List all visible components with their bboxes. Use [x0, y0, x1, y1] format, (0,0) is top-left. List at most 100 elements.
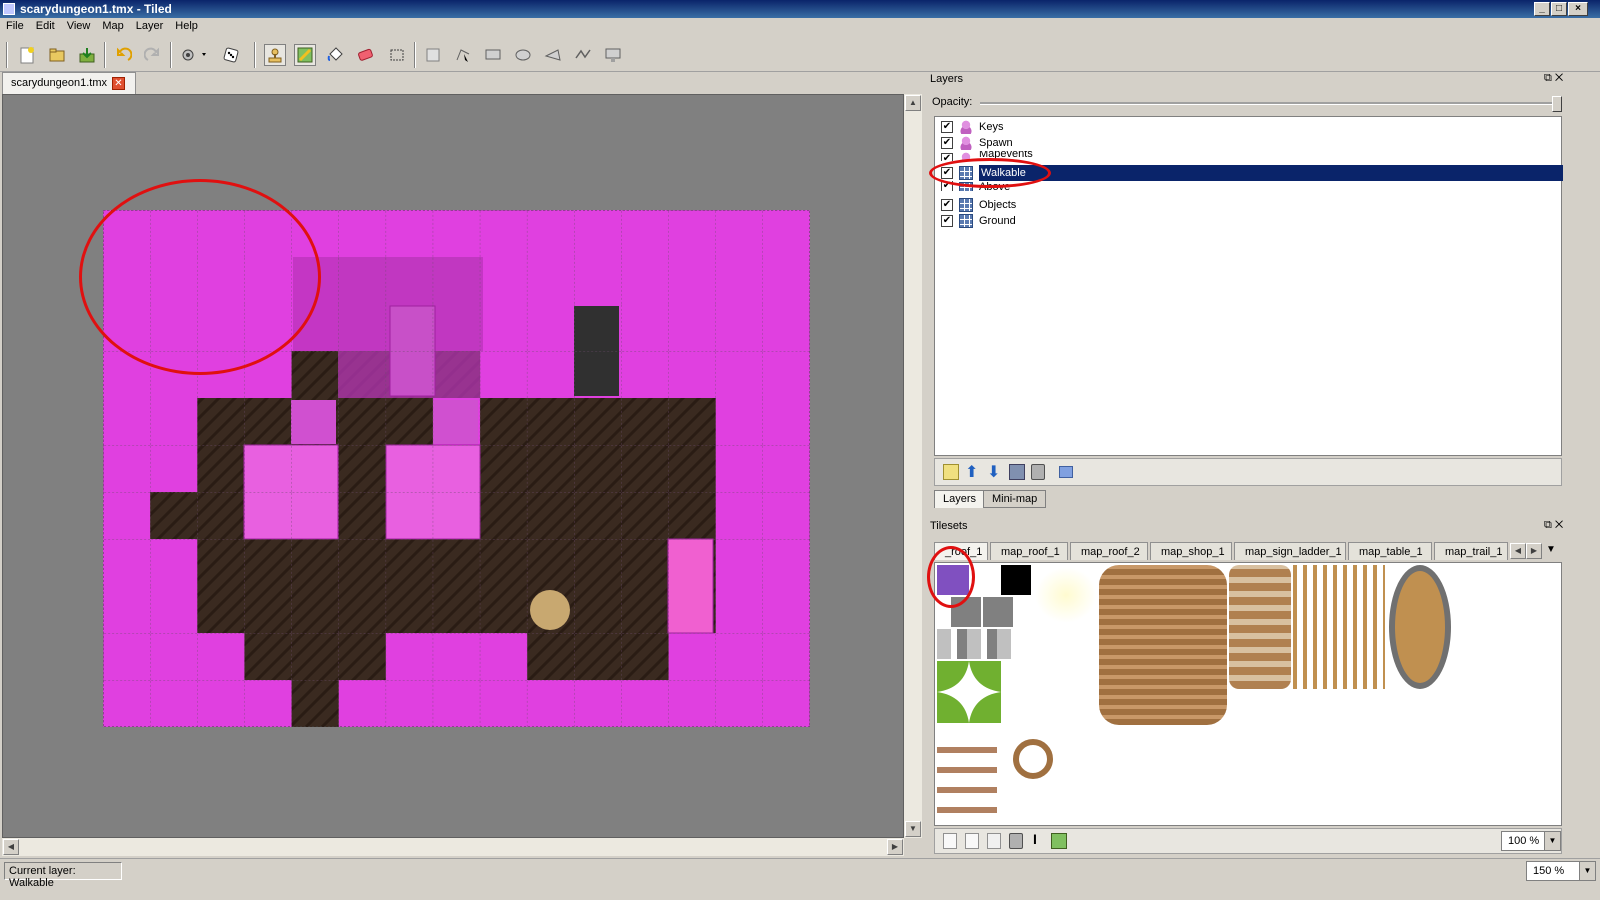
tileset-tab[interactable]: map_roof_1: [990, 542, 1068, 560]
edit-terrain-icon[interactable]: I: [1033, 831, 1037, 847]
rail-wheel-tiles[interactable]: [1389, 565, 1451, 689]
tileset-properties-icon[interactable]: [1051, 833, 1067, 849]
terrain-brush-button[interactable]: [294, 44, 316, 66]
tab-layers[interactable]: Layers: [934, 490, 986, 508]
insert-polygon-button[interactable]: [542, 44, 564, 66]
layer-row-ground[interactable]: ✔ Ground: [937, 213, 1559, 229]
new-tileset-icon[interactable]: [943, 833, 957, 849]
eraser-button[interactable]: [354, 44, 376, 66]
tileset-zoom-select[interactable]: 100 % ▼: [1501, 831, 1561, 851]
close-window-button[interactable]: ×: [1568, 2, 1588, 16]
lower-layer-icon[interactable]: ⬇: [987, 462, 1000, 482]
grass-tile[interactable]: [937, 661, 1001, 723]
layer-visibility-checkbox[interactable]: ✔: [941, 215, 953, 227]
tileset-tab[interactable]: map_roof_2: [1070, 542, 1148, 560]
tilesets-panel-buttons[interactable]: ⧉ ✕: [1544, 519, 1563, 532]
map-vertical-scrollbar[interactable]: ▲ ▼: [904, 94, 922, 838]
insert-rectangle-button[interactable]: [482, 44, 504, 66]
layer-name: Spawn: [979, 137, 1013, 149]
new-file-icon: [20, 47, 34, 64]
menu-view[interactable]: View: [61, 18, 97, 32]
layer-row-mapevents[interactable]: ✔ Mapevents: [937, 151, 1559, 161]
export-tileset-icon[interactable]: [987, 833, 1001, 849]
edit-polygons-button[interactable]: [452, 44, 474, 66]
layer-visibility-checkbox[interactable]: ✔: [941, 137, 953, 149]
save-button[interactable]: [76, 44, 98, 66]
dice-icon: [223, 47, 239, 63]
layer-row-spawn[interactable]: ✔ Spawn: [937, 135, 1559, 151]
layer-visibility-checkbox[interactable]: ✔: [941, 121, 953, 133]
close-tab-icon[interactable]: ✕: [112, 77, 125, 90]
random-mode-button[interactable]: [220, 44, 242, 66]
scroll-up-button[interactable]: ▲: [905, 95, 921, 111]
map-zoom-select[interactable]: 150 % ▼: [1526, 861, 1596, 881]
layer-properties-icon[interactable]: [1059, 466, 1073, 478]
menu-help[interactable]: Help: [169, 18, 204, 32]
menu-layer[interactable]: Layer: [130, 18, 170, 32]
open-button[interactable]: [46, 44, 68, 66]
duplicate-layer-icon[interactable]: [1009, 464, 1025, 480]
annotation-circle: [927, 546, 975, 608]
tileset-tabs-menu-icon[interactable]: ▼: [1546, 544, 1556, 555]
light-glow-tile[interactable]: [1035, 567, 1097, 623]
layer-visibility-checkbox[interactable]: ✔: [941, 199, 953, 211]
undo-button[interactable]: [112, 44, 134, 66]
raise-layer-icon[interactable]: ⬆: [965, 462, 978, 482]
grass-star-icon: [937, 661, 1001, 723]
tileset-tab[interactable]: map_table_1: [1348, 542, 1432, 560]
document-tab[interactable]: scarydungeon1.tmx ✕: [2, 72, 136, 94]
layer-row-keys[interactable]: ✔ Keys: [937, 119, 1559, 135]
menu-edit[interactable]: Edit: [30, 18, 61, 32]
scroll-right-button[interactable]: ▶: [887, 839, 903, 855]
tileset-tabs-right-button[interactable]: ▶: [1526, 543, 1542, 559]
tileset-tab[interactable]: map_trail_1: [1434, 542, 1508, 560]
dirt-path-tiles[interactable]: [1099, 565, 1227, 725]
add-layer-icon[interactable]: [943, 464, 959, 480]
bucket-fill-icon: [327, 47, 343, 61]
stamp-brush-button[interactable]: [264, 44, 286, 66]
commands-button[interactable]: [178, 44, 212, 66]
scroll-left-button[interactable]: ◀: [3, 839, 19, 855]
tileset-tab[interactable]: map_shop_1: [1150, 542, 1232, 560]
edit-polygons-icon: [456, 49, 470, 62]
rail-track-tiles[interactable]: [1293, 565, 1385, 689]
menu-map[interactable]: Map: [96, 18, 129, 32]
main-toolbar: [0, 36, 1600, 72]
opacity-slider[interactable]: [980, 96, 1562, 112]
remove-tileset-icon[interactable]: [1009, 833, 1023, 849]
map-view[interactable]: [2, 94, 904, 838]
toolbar-separator: [170, 42, 172, 68]
maximize-button[interactable]: □: [1551, 2, 1567, 16]
tileset-tabs-left-button[interactable]: ◀: [1510, 543, 1526, 559]
import-tileset-icon[interactable]: [965, 833, 979, 849]
black-tile[interactable]: [1001, 565, 1031, 595]
layers-panel-buttons[interactable]: ⧉ ✕: [1544, 72, 1563, 85]
layer-visibility-checkbox[interactable]: ✔: [941, 153, 953, 161]
insert-polyline-button[interactable]: [572, 44, 594, 66]
rectangle-select-icon: [390, 49, 404, 61]
insert-tile-button[interactable]: [602, 44, 624, 66]
tileset-view[interactable]: [934, 562, 1562, 826]
redo-button[interactable]: [142, 44, 164, 66]
opacity-slider-handle[interactable]: [1552, 96, 1562, 112]
menu-file[interactable]: File: [0, 18, 30, 32]
gray-tiles-row[interactable]: [937, 629, 1015, 659]
scroll-down-button[interactable]: ▼: [905, 821, 921, 837]
minimize-button[interactable]: _: [1534, 2, 1550, 16]
delete-layer-icon[interactable]: [1031, 464, 1045, 480]
fence-tiles[interactable]: [937, 733, 997, 813]
ring-tile[interactable]: [1013, 739, 1053, 779]
tab-mini-map[interactable]: Mini-map: [983, 490, 1047, 508]
new-map-button[interactable]: [16, 44, 38, 66]
dirt-patch-tiles[interactable]: [1229, 565, 1291, 689]
select-objects-button[interactable]: [422, 44, 444, 66]
select-objects-icon: [426, 48, 440, 62]
layer-row-objects[interactable]: ✔ Objects: [937, 197, 1559, 213]
insert-ellipse-button[interactable]: [512, 44, 534, 66]
tileset-tab[interactable]: map_sign_ladder_1: [1234, 542, 1346, 560]
bucket-fill-button[interactable]: [324, 44, 346, 66]
rectangle-select-button[interactable]: [386, 44, 408, 66]
map-horizontal-scrollbar[interactable]: ◀ ▶: [2, 838, 904, 856]
terrain-brush-icon: [297, 47, 313, 63]
eraser-icon: [358, 48, 373, 61]
